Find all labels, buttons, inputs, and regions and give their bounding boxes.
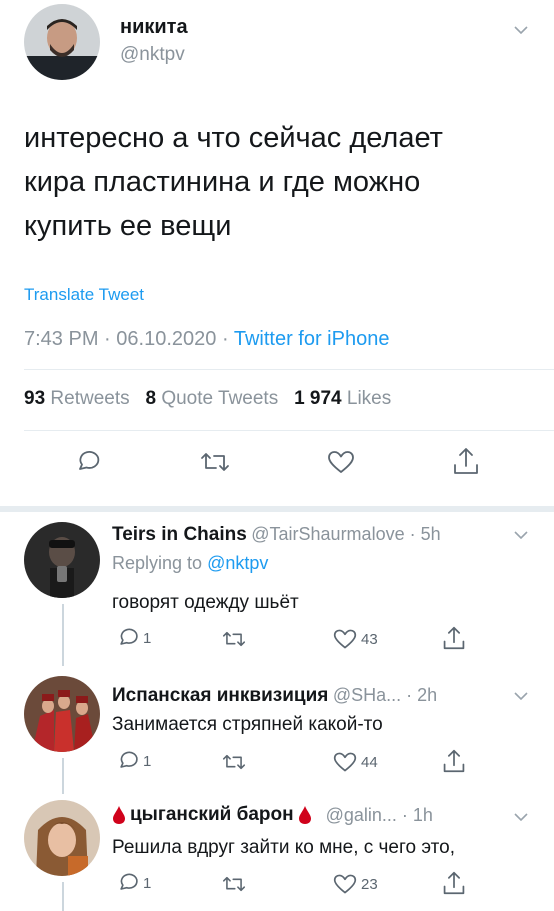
reply-button[interactable]: 1 [116, 749, 151, 773]
retweet-button[interactable] [198, 448, 232, 476]
share-icon [454, 448, 478, 474]
retweets-stat[interactable]: 93 Retweets [24, 388, 135, 409]
retweet-button[interactable] [220, 628, 248, 650]
share-button[interactable] [452, 446, 480, 476]
meta-separator: · [221, 328, 229, 350]
reply-header: Teirs in Chains @TairShaurmalove · 5h [112, 524, 441, 546]
like-icon [333, 874, 357, 894]
quotes-stat[interactable]: 8 Quote Tweets [145, 388, 283, 409]
retweets-label: Retweets [50, 388, 130, 409]
share-icon [443, 871, 465, 895]
blood-drop-icon [113, 806, 125, 824]
likes-count: 1 974 [294, 388, 342, 409]
like-button[interactable]: 44 [332, 750, 378, 774]
replying-to-label: Replying to [112, 553, 203, 573]
like-icon [328, 451, 354, 473]
reply-header: Испанская инквизиция @SHa... · 2h [112, 685, 437, 707]
replying-to: Replying to @nktpv [112, 553, 268, 574]
chevron-down-icon[interactable] [514, 813, 528, 821]
tweet-meta: 7:43 PM · 06.10.2020 · Twitter for iPhon… [24, 328, 389, 351]
blood-drop-icon [298, 806, 311, 824]
quotes-label: Quote Tweets [161, 388, 279, 409]
tweet-date: 06.10.2020 [116, 328, 217, 350]
share-button[interactable] [442, 748, 466, 774]
thread-line [62, 882, 64, 911]
reply-text: Занимается стряпней какой-то [112, 714, 383, 735]
reply-author-name[interactable]: цыганский барон [130, 804, 294, 826]
reply-avatar[interactable] [24, 800, 100, 876]
likes-label: Likes [346, 388, 392, 409]
thread-line [62, 604, 64, 666]
like-count: 23 [361, 875, 378, 893]
reply-count: 1 [143, 629, 152, 647]
reply-author-name[interactable]: Teirs in Chains [112, 524, 247, 545]
tweet-stats: 93 Retweets 8 Quote Tweets 1 974 Likes [24, 388, 391, 410]
author-avatar[interactable] [24, 4, 100, 80]
like-icon [333, 752, 357, 772]
reply-count: 1 [143, 874, 152, 892]
like-button[interactable]: 43 [332, 627, 378, 651]
tweet-text-line: купить ее вещи [24, 210, 232, 242]
retweet-icon [223, 754, 245, 770]
reply-handle-time[interactable]: @TairShaurmalove · 5h [251, 524, 440, 544]
like-button[interactable] [326, 448, 356, 476]
reply-icon [120, 873, 138, 890]
share-icon [443, 749, 465, 773]
reply-text: Решила вдруг зайти ко мне, с чего это, [112, 837, 455, 858]
like-count: 43 [361, 630, 378, 648]
tweet-time: 7:43 PM [24, 328, 99, 350]
chevron-down-icon[interactable] [514, 531, 528, 539]
reply-avatar[interactable] [24, 522, 100, 598]
tweet-text: интересно а что сейчас делает кира пласт… [24, 116, 544, 248]
reply-button[interactable]: 1 [116, 626, 151, 650]
retweets-count: 93 [24, 388, 46, 409]
like-button[interactable]: 23 [332, 872, 378, 896]
author-handle[interactable]: @nktpv [120, 44, 185, 66]
tweet-source-link[interactable]: Twitter for iPhone [234, 328, 390, 350]
reply-icon [79, 451, 100, 470]
reply-handle-time[interactable]: @SHa... · 2h [333, 685, 437, 705]
reply-text: говорят одежду шьёт [112, 592, 299, 613]
reply-avatar[interactable] [24, 676, 100, 752]
share-button[interactable] [442, 870, 466, 896]
like-count: 44 [361, 753, 378, 771]
meta-separator: · [104, 328, 111, 350]
retweet-icon [223, 631, 245, 647]
reply-button[interactable]: 1 [116, 871, 151, 895]
reply-button[interactable] [74, 448, 102, 476]
divider [24, 369, 554, 370]
reply-handle-time[interactable]: @galin... · 1h [326, 805, 433, 826]
chevron-down-icon[interactable] [514, 692, 528, 700]
share-button[interactable] [442, 625, 466, 651]
thread-line [62, 758, 64, 794]
chevron-down-icon[interactable] [514, 26, 528, 34]
reply-author-name[interactable]: Испанская инквизиция [112, 685, 328, 706]
tweet-text-line: интересно а что сейчас делает [24, 122, 443, 154]
replying-to-handle[interactable]: @nktpv [207, 553, 268, 573]
translate-tweet-link[interactable]: Translate Tweet [24, 285, 144, 305]
reply-header: цыганский барон @galin... · 1h [112, 804, 433, 826]
like-icon [333, 629, 357, 649]
divider [0, 506, 554, 512]
retweet-icon [223, 876, 245, 892]
share-icon [443, 626, 465, 650]
reply-count: 1 [143, 752, 152, 770]
retweet-icon [201, 453, 229, 471]
reply-icon [120, 628, 138, 645]
retweet-button[interactable] [220, 751, 248, 773]
likes-stat[interactable]: 1 974 Likes [294, 388, 391, 409]
reply-icon [120, 751, 138, 768]
retweet-button[interactable] [220, 873, 248, 895]
tweet-text-line: кира пластинина и где можно [24, 166, 421, 198]
quotes-count: 8 [145, 388, 157, 409]
divider [24, 430, 554, 431]
author-name[interactable]: никита [120, 16, 188, 39]
